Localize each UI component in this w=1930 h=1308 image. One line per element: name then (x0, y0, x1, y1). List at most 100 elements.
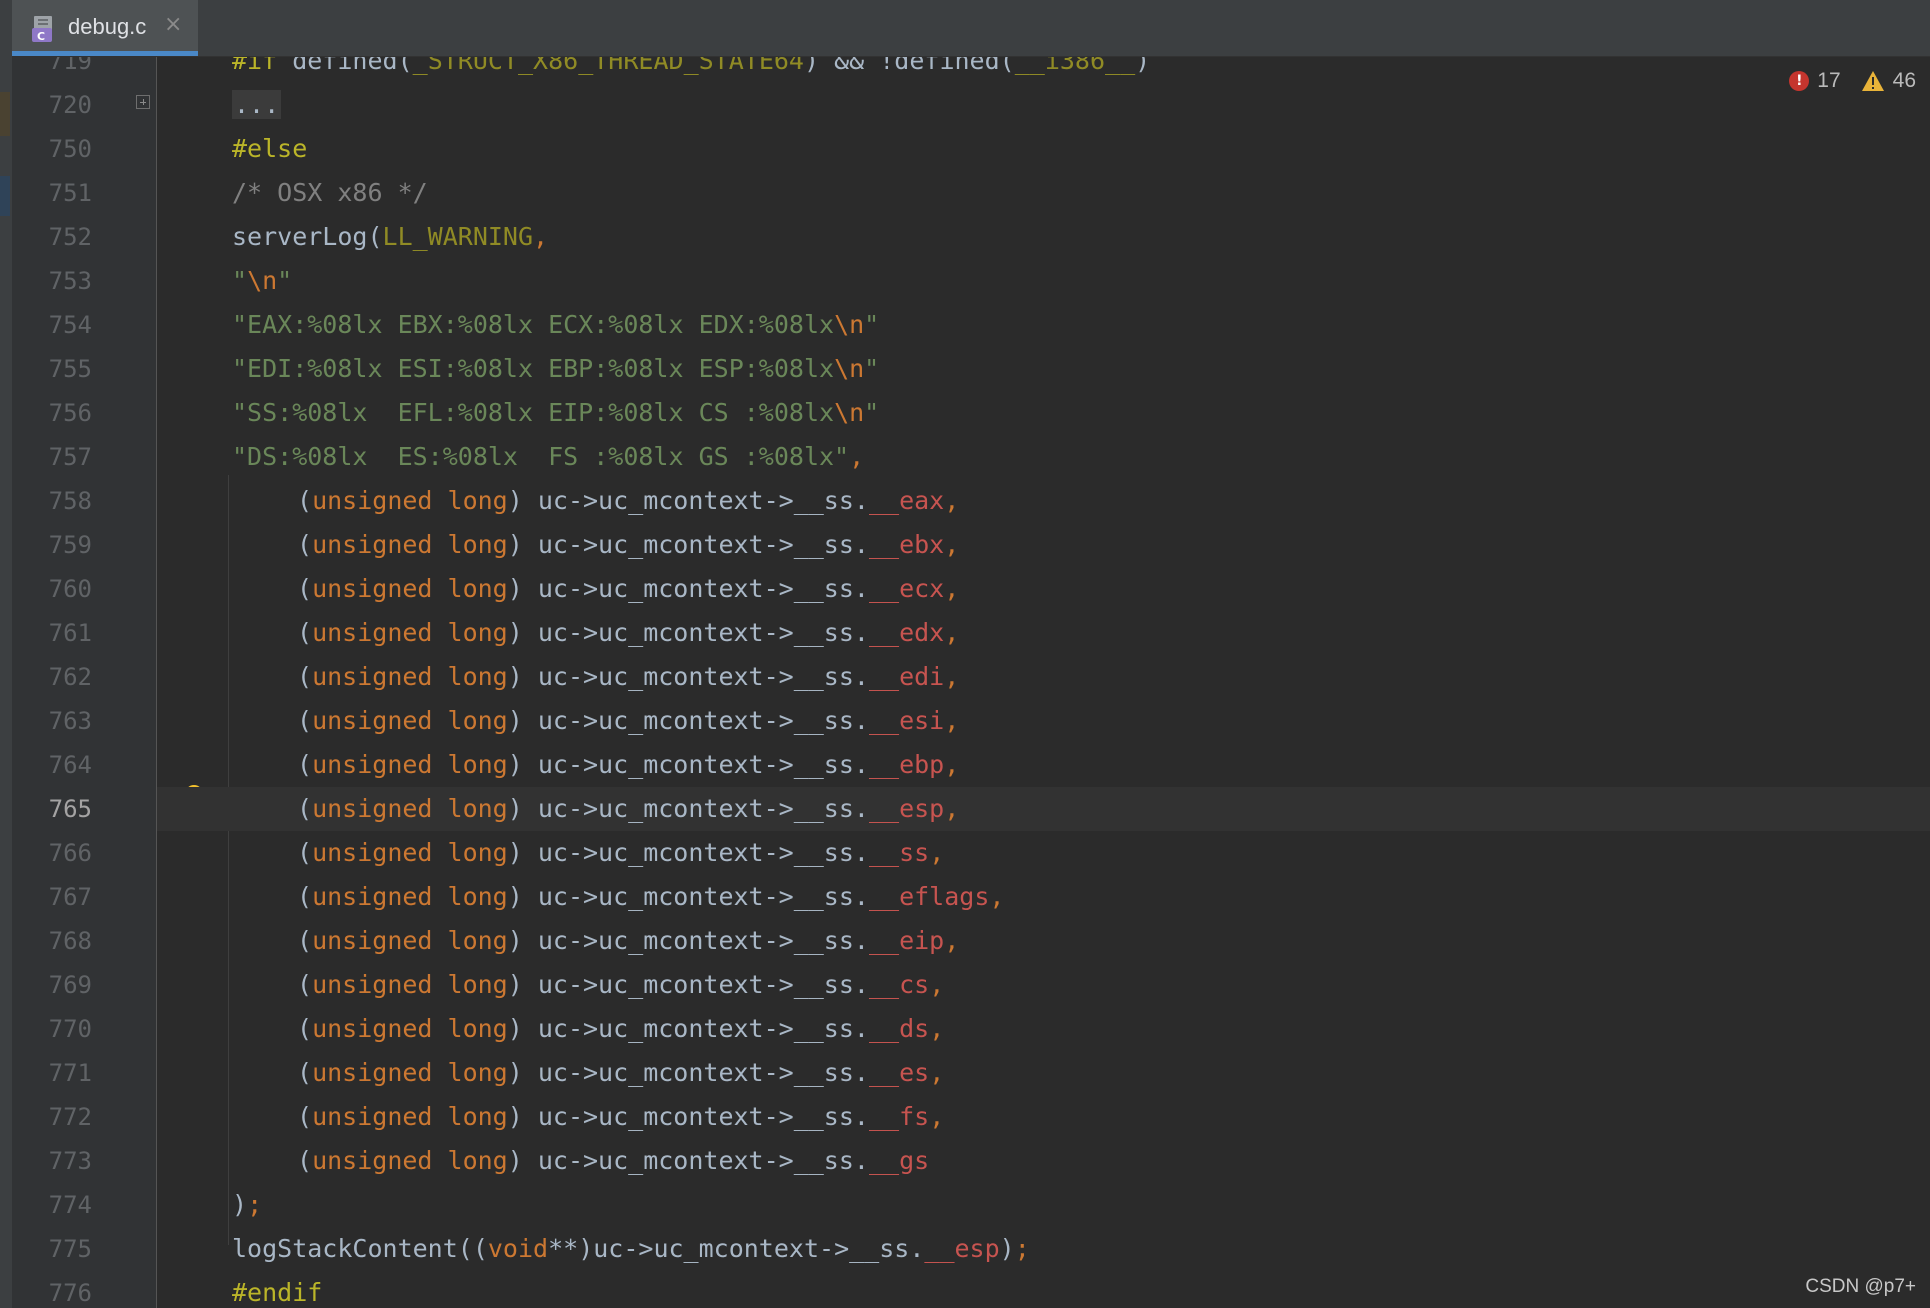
code-token: , (929, 1014, 945, 1043)
code-line[interactable]: logStackContent((void**)uc->uc_mcontext-… (157, 1227, 1930, 1271)
code-text: "EDI:%08lx ESI:%08lx EBP:%08lx ESP:%08lx… (232, 347, 879, 391)
gutter-row: 751 (12, 171, 156, 215)
code-line[interactable]: ... (157, 83, 1930, 127)
code-token: __cs (868, 970, 930, 999)
line-number: 755 (48, 355, 92, 383)
line-number: 750 (48, 135, 92, 163)
code-text: (unsigned long) uc->uc_mcontext->__ss.__… (297, 1139, 929, 1183)
code-line[interactable]: (unsigned long) uc->uc_mcontext->__ss.__… (157, 479, 1930, 523)
gutter-row: 756 (12, 391, 156, 435)
tab-debug-c[interactable]: C debug.c × (12, 0, 198, 56)
code-editor[interactable]: #if defined(_STRUCT_X86_THREAD_STATE64) … (157, 57, 1930, 1308)
code-token: , (944, 662, 960, 691)
line-number: 720 (48, 91, 92, 119)
code-token: , (944, 750, 960, 779)
code-token: __ecx (868, 574, 945, 603)
code-line[interactable]: "SS:%08lx EFL:%08lx EIP:%08lx CS :%08lx\… (157, 391, 1930, 435)
line-number-gutter[interactable]: 719 720 750 751 752 753 754 755 756 757 758 759 760 7… (12, 57, 157, 1308)
code-line[interactable]: #if defined(_STRUCT_X86_THREAD_STATE64) … (157, 57, 1930, 83)
gutter-row: 766 (12, 831, 156, 875)
fold-expand-icon[interactable] (136, 95, 150, 109)
line-number: 774 (48, 1191, 92, 1219)
code-text: "\n" (232, 259, 292, 303)
code-text: ); (232, 1183, 262, 1227)
code-line[interactable]: "EAX:%08lx EBX:%08lx ECX:%08lx EDX:%08lx… (157, 303, 1930, 347)
folded-region[interactable]: ... (232, 90, 282, 119)
inspection-widget[interactable]: ! 17 46 (1789, 66, 1916, 96)
gutter-row: 719 (12, 57, 156, 83)
code-line[interactable]: (unsigned long) uc->uc_mcontext->__ss.__… (157, 1007, 1930, 1051)
code-token: unsigned long (312, 970, 508, 999)
code-text: serverLog(LL_WARNING, (232, 215, 548, 259)
code-line[interactable]: #endif (157, 1271, 1930, 1308)
code-text: (unsigned long) uc->uc_mcontext->__ss.__… (297, 567, 959, 611)
code-token: unsigned long (312, 750, 508, 779)
code-token: #endif (232, 1278, 323, 1307)
code-token: unsigned long (312, 838, 508, 867)
code-line[interactable]: (unsigned long) uc->uc_mcontext->__ss.__… (157, 699, 1930, 743)
code-line[interactable]: (unsigned long) uc->uc_mcontext->__ss.__… (157, 523, 1930, 567)
code-token: ) uc->uc_mcontext->__ss. (507, 970, 869, 999)
code-line[interactable]: ); (157, 1183, 1930, 1227)
code-token: ) && ! (803, 57, 895, 75)
code-line[interactable]: (unsigned long) uc->uc_mcontext->__ss.__… (157, 611, 1930, 655)
code-line[interactable]: (unsigned long) uc->uc_mcontext->__ss.__… (157, 831, 1930, 875)
code-line[interactable]: (unsigned long) uc->uc_mcontext->__ss.__… (157, 787, 1930, 831)
code-token: ( (297, 706, 313, 735)
code-token: unsigned long (312, 530, 508, 559)
gutter-row: 754 (12, 303, 156, 347)
gutter-row: 759 (12, 523, 156, 567)
code-token: void (487, 1234, 549, 1263)
gutter-row: 774 (12, 1183, 156, 1227)
code-token: , (929, 1102, 945, 1131)
code-token: " (277, 266, 293, 295)
code-token: unsigned long (312, 882, 508, 911)
code-token: #if (232, 57, 293, 75)
code-token: , (929, 970, 945, 999)
code-line[interactable]: "\n" (157, 259, 1930, 303)
code-line[interactable]: "EDI:%08lx ESI:%08lx EBP:%08lx ESP:%08lx… (157, 347, 1930, 391)
code-token: __es (868, 1058, 930, 1087)
code-line[interactable]: (unsigned long) uc->uc_mcontext->__ss.__… (157, 875, 1930, 919)
code-line[interactable]: (unsigned long) uc->uc_mcontext->__ss.__… (157, 963, 1930, 1007)
code-token: __edi (868, 662, 945, 691)
code-text: ... (232, 83, 282, 127)
code-line[interactable]: (unsigned long) uc->uc_mcontext->__ss.__… (157, 1139, 1930, 1183)
code-line[interactable]: (unsigned long) uc->uc_mcontext->__ss.__… (157, 655, 1930, 699)
line-number: 757 (48, 443, 92, 471)
code-text: (unsigned long) uc->uc_mcontext->__ss.__… (297, 1051, 944, 1095)
code-token: ) uc->uc_mcontext->__ss. (507, 706, 869, 735)
code-line[interactable]: "DS:%08lx ES:%08lx FS :%08lx GS :%08lx", (157, 435, 1930, 479)
code-token: " (864, 310, 880, 339)
code-line[interactable]: (unsigned long) uc->uc_mcontext->__ss.__… (157, 1095, 1930, 1139)
code-line[interactable]: (unsigned long) uc->uc_mcontext->__ss.__… (157, 1051, 1930, 1095)
code-token: unsigned long (312, 926, 508, 955)
code-token: ( (297, 574, 313, 603)
close-icon[interactable]: × (164, 12, 182, 37)
code-token: ( (297, 618, 313, 647)
code-token: , (944, 926, 960, 955)
code-line[interactable]: serverLog(LL_WARNING, (157, 215, 1930, 259)
gutter-row: 760 (12, 567, 156, 611)
line-number: 767 (48, 883, 92, 911)
code-line[interactable]: (unsigned long) uc->uc_mcontext->__ss.__… (157, 567, 1930, 611)
gutter-row: 772 (12, 1095, 156, 1139)
code-token: ; (1014, 1234, 1030, 1263)
code-text: #if defined(_STRUCT_X86_THREAD_STATE64) … (232, 57, 1150, 83)
code-line[interactable]: (unsigned long) uc->uc_mcontext->__ss.__… (157, 743, 1930, 787)
code-token: , (989, 882, 1005, 911)
gutter-row: 769 (12, 963, 156, 1007)
code-line[interactable]: #else (157, 127, 1930, 171)
code-token: ) uc->uc_mcontext->__ss. (507, 926, 869, 955)
gutter-row: 752 (12, 215, 156, 259)
code-text: #endif (232, 1271, 322, 1308)
code-line[interactable]: (unsigned long) uc->uc_mcontext->__ss.__… (157, 919, 1930, 963)
code-token: , (849, 442, 865, 471)
line-number: 775 (48, 1235, 92, 1263)
code-line[interactable]: /* OSX x86 */ (157, 171, 1930, 215)
line-number: 770 (48, 1015, 92, 1043)
line-number: 772 (48, 1103, 92, 1131)
gutter-row: 762 (12, 655, 156, 699)
code-token: \n (247, 266, 278, 295)
line-number: 769 (48, 971, 92, 999)
